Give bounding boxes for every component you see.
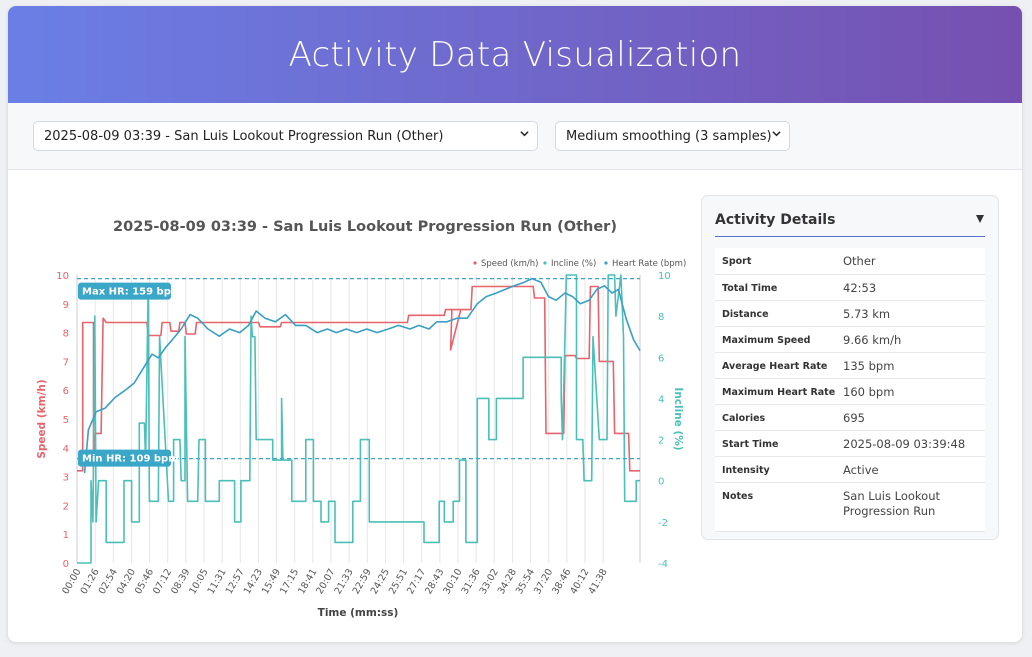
activity-select[interactable]: 2025-08-09 03:39 - San Luis Lookout Prog… xyxy=(33,121,538,151)
legend-item: Speed (km/h) xyxy=(481,259,538,269)
y-left-tick-label: 4 xyxy=(63,444,69,455)
y-right-axis-label: Incline (%) xyxy=(672,387,684,450)
details-key: Sport xyxy=(715,248,843,275)
collapse-triangle-icon[interactable] xyxy=(975,214,985,224)
y-right-tick-label: -4 xyxy=(658,559,668,570)
details-key: Total Time xyxy=(715,274,843,301)
y-right-tick-label: 0 xyxy=(658,477,664,488)
details-value: 160 bpm xyxy=(843,378,985,405)
controls-bar: 2025-08-09 03:39 - San Luis Lookout Prog… xyxy=(8,103,1022,170)
app-header: Activity Data Visualization xyxy=(8,6,1022,103)
details-key: Calories xyxy=(715,404,843,431)
smoothing-select[interactable]: Medium smoothing (3 samples) xyxy=(555,121,790,151)
details-row: Calories 695 xyxy=(715,404,985,431)
activity-select-value: 2025-08-09 03:39 - San Luis Lookout Prog… xyxy=(44,128,444,144)
details-row: Start Time 2025-08-09 03:39:48 xyxy=(715,430,985,457)
y-left-tick-label: 2 xyxy=(63,501,69,512)
details-row: Maximum Speed 9.66 km/h xyxy=(715,326,985,353)
chevron-down-icon xyxy=(520,131,529,137)
legend-marker xyxy=(543,261,547,265)
y-right-tick-label: 4 xyxy=(658,394,664,405)
details-row: Intensity Active xyxy=(715,456,985,483)
y-right-tick-label: 6 xyxy=(658,353,664,364)
details-value: 695 xyxy=(843,404,985,431)
y-left-tick-label: 8 xyxy=(63,329,69,340)
legend-marker xyxy=(604,261,608,265)
activity-chart: 2025-08-09 03:39 - San Luis Lookout Prog… xyxy=(36,219,686,619)
legend-item: Incline (%) xyxy=(551,259,596,269)
details-key: Intensity xyxy=(715,456,843,483)
details-key: Distance xyxy=(715,300,843,327)
app-title: Activity Data Visualization xyxy=(288,34,742,75)
x-tick-label: 41:38 xyxy=(587,567,610,596)
details-value: 9.66 km/h xyxy=(843,326,985,353)
details-row: Distance 5.73 km xyxy=(715,300,985,327)
hr-annotation-label: Min HR: 109 bpm xyxy=(82,454,179,465)
details-key: Start Time xyxy=(715,430,843,457)
y-left-tick-label: 7 xyxy=(63,357,69,368)
details-row: Total Time 42:53 xyxy=(715,274,985,301)
y-left-tick-label: 6 xyxy=(63,386,69,397)
chart-title: 2025-08-09 03:39 - San Luis Lookout Prog… xyxy=(113,219,617,235)
legend-marker xyxy=(473,261,477,265)
hr-annotation-label: Max HR: 159 bpm xyxy=(82,287,181,298)
details-row: Maximum Heart Rate 160 bpm xyxy=(715,378,985,405)
y-left-tick-label: 0 xyxy=(63,559,69,570)
details-key: Maximum Speed xyxy=(715,326,843,353)
y-right-tick-label: -2 xyxy=(658,518,668,529)
y-left-tick-label: 3 xyxy=(63,473,69,484)
details-key: Average Heart Rate xyxy=(715,352,843,379)
smoothing-select-value: Medium smoothing (3 samples) xyxy=(566,128,772,144)
x-axis-label: Time (mm:ss) xyxy=(318,607,399,619)
app-card: Activity Data Visualization 2025-08-09 0… xyxy=(8,6,1022,642)
details-key: Notes xyxy=(715,482,843,532)
details-value: San Luis Lookout Progression Run xyxy=(843,482,985,532)
y-right-tick-label: 2 xyxy=(658,436,664,447)
y-left-axis-label: Speed (km/h) xyxy=(36,379,48,458)
activity-details-panel: Activity Details Sport Other Total Time 42… xyxy=(701,195,999,540)
chart-panel: 2025-08-09 03:39 - San Luis Lookout Prog… xyxy=(8,176,698,642)
details-title: Activity Details xyxy=(715,212,836,228)
y-right-tick-label: 8 xyxy=(658,312,664,323)
details-value: 5.73 km xyxy=(843,300,985,327)
details-value: 2025-08-09 03:39:48 xyxy=(843,430,985,457)
y-left-tick-label: 10 xyxy=(56,271,69,282)
y-left-tick-label: 1 xyxy=(63,530,69,541)
chevron-down-icon xyxy=(772,131,781,137)
incline-series-line xyxy=(77,274,640,564)
y-right-tick-label: 10 xyxy=(658,271,671,282)
details-table: Sport Other Total Time 42:53 Distance 5.73 … xyxy=(715,248,985,532)
details-row: Average Heart Rate 135 bpm xyxy=(715,352,985,379)
details-value: Other xyxy=(843,248,985,275)
legend-item: Heart Rate (bpm) xyxy=(612,259,686,269)
y-left-tick-label: 9 xyxy=(63,300,69,311)
details-row: Notes San Luis Lookout Progression Run xyxy=(715,482,985,532)
details-value: 42:53 xyxy=(843,274,985,301)
details-value: 135 bpm xyxy=(843,352,985,379)
details-value: Active xyxy=(843,456,985,483)
details-row: Sport Other xyxy=(715,248,985,275)
details-header[interactable]: Activity Details xyxy=(715,210,985,237)
y-left-tick-label: 5 xyxy=(63,415,69,426)
details-key: Maximum Heart Rate xyxy=(715,378,843,405)
